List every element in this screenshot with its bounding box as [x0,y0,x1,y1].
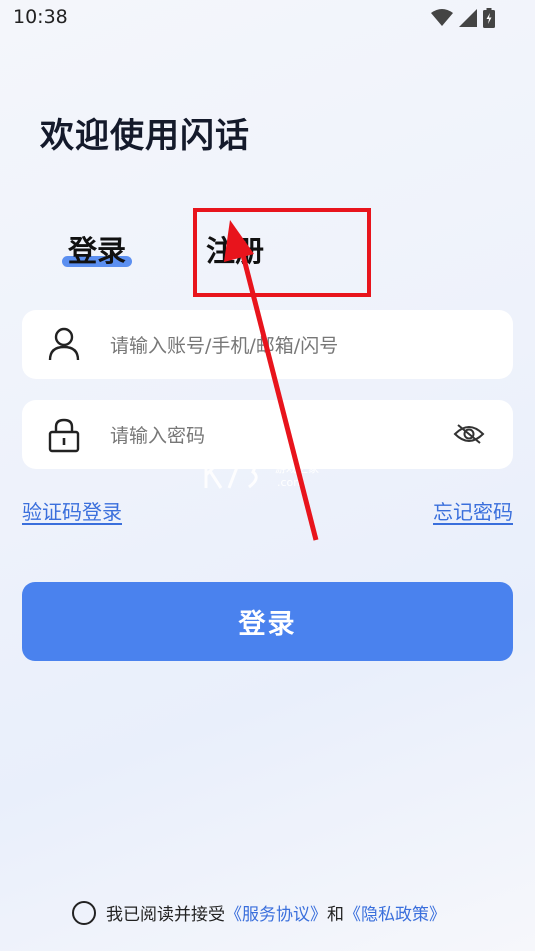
service-agreement-link[interactable]: 《服务协议》 [225,900,327,925]
svg-text:.com: .com [277,476,304,489]
tab-register-label: 注册 [206,234,265,268]
tab-register[interactable]: 注册 [206,228,264,270]
account-input[interactable] [108,310,442,381]
lock-icon [48,418,80,453]
agreement-and: 和 [327,905,344,925]
eye-off-icon[interactable] [453,422,485,446]
tab-login[interactable]: 登录 [62,228,133,270]
annotation-arrow-shaft [240,254,319,541]
page-title: 欢迎使用闪话 [40,116,250,156]
privacy-policy-link[interactable]: 《隐私政策》 [344,900,446,925]
battery-icon [483,8,495,28]
wifi-icon [431,9,453,26]
status-icons [431,8,495,28]
sms-login-link[interactable]: 验证码登录 [22,496,122,525]
status-time: 10:38 [13,6,68,28]
tab-login-label: 登录 [68,234,127,268]
signal-icon [459,9,477,27]
agreement-prefix: 我已阅读并接受 [106,905,225,925]
forgot-password-link[interactable]: 忘记密码 [433,496,513,525]
user-icon [48,327,80,361]
watermark-logo: 游戏之家 .com [204,459,319,489]
agreement-checkbox[interactable] [72,900,96,925]
agreement-row: 我已阅读并接受 《服务协议》 和 《隐私政策》 [72,900,446,925]
login-button[interactable]: 登录 [22,582,513,661]
status-bar: 10:38 [0,0,535,36]
svg-text:游戏之家: 游戏之家 [275,461,319,475]
account-field[interactable] [22,310,513,381]
